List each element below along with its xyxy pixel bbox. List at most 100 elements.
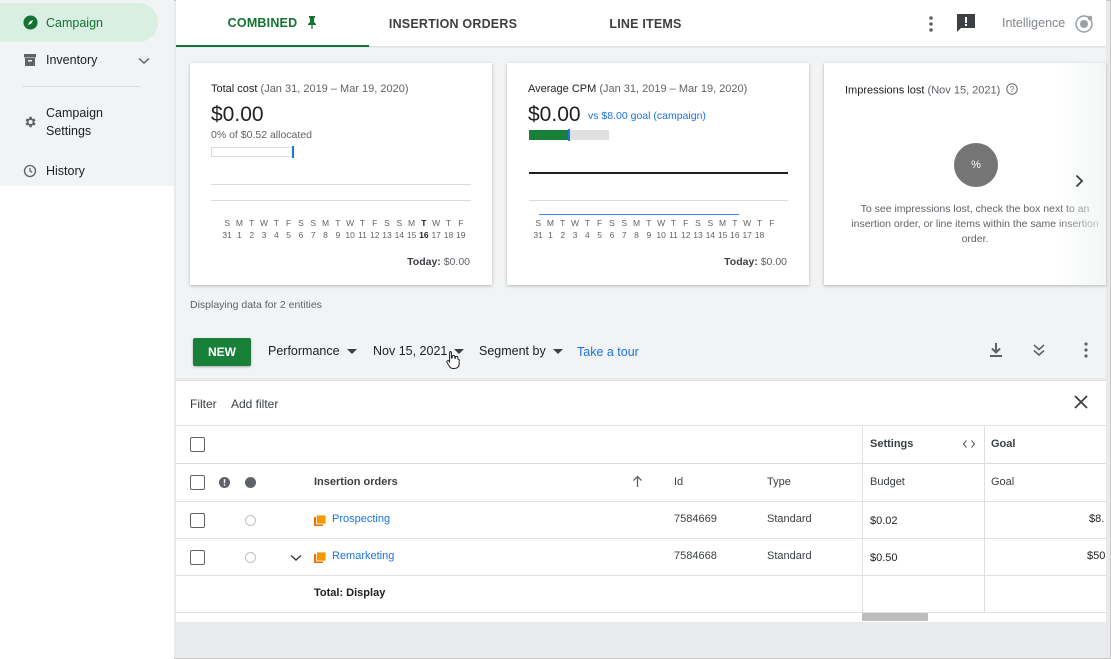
table-group-header-row: Settings Goal xyxy=(176,425,1106,463)
column-header-id[interactable]: Id xyxy=(674,476,683,488)
card-title: Impressions lost (Nov 15, 2021) ? xyxy=(845,83,1019,98)
download-icon[interactable] xyxy=(986,340,1006,360)
day-label: T xyxy=(756,218,763,228)
day-label: 12 xyxy=(680,230,691,240)
row-checkbox[interactable] xyxy=(190,550,205,565)
chart-series-line xyxy=(539,214,739,215)
intelligence-label[interactable]: Intelligence xyxy=(1002,16,1065,30)
tab-combined[interactable]: COMBINED xyxy=(176,0,369,47)
help-icon[interactable]: ? xyxy=(1006,83,1019,98)
chevron-down-icon[interactable] xyxy=(290,551,302,565)
tab-label: LINE ITEMS xyxy=(609,16,682,31)
tab-label: INSERTION ORDERS xyxy=(388,16,518,31)
day-label: M xyxy=(408,218,416,228)
column-header-insertion-orders[interactable]: Insertion orders xyxy=(314,476,398,488)
day-label: S xyxy=(384,218,390,228)
cpm-progress-fill xyxy=(529,130,569,140)
day-label: S xyxy=(707,218,714,228)
day-label: S xyxy=(535,218,541,228)
card-title-text: Average CPM xyxy=(528,83,597,95)
hand-cursor-icon xyxy=(446,350,460,370)
more-vert-icon[interactable] xyxy=(921,14,941,34)
day-label: 17 xyxy=(742,230,752,240)
card-title: Average CPM (Jan 31, 2019 – Mar 19, 2020… xyxy=(528,83,747,95)
tab-insertion-orders[interactable]: INSERTION ORDERS xyxy=(369,0,537,47)
day-label: 4 xyxy=(584,230,590,240)
column-header-goal[interactable]: Goal xyxy=(991,476,1014,488)
close-icon[interactable] xyxy=(1073,394,1091,412)
average-cpm-value: $0.00 xyxy=(528,103,581,126)
day-label: 16 xyxy=(419,230,429,240)
row-checkbox[interactable] xyxy=(190,513,205,528)
day-label: F xyxy=(458,218,464,228)
more-vert-icon[interactable] xyxy=(1076,340,1096,360)
dropdown-label: Segment by xyxy=(479,344,546,358)
new-button[interactable]: NEW xyxy=(193,338,251,366)
table-row: Prospecting 7584669 Standard $0.02 $8. xyxy=(176,501,1106,538)
io-budget: $0.02 xyxy=(870,515,898,527)
day-label: 14 xyxy=(394,230,405,240)
day-label: 8 xyxy=(323,230,328,240)
day-label: T xyxy=(335,218,341,228)
header-checkbox[interactable] xyxy=(190,475,205,490)
sidebar-item-campaign-settings[interactable]: Campaign Settings xyxy=(0,102,160,142)
day-label: M xyxy=(719,218,727,228)
sidebar-item-inventory[interactable]: Inventory xyxy=(0,46,160,74)
tab-line-items[interactable]: LINE ITEMS xyxy=(537,0,754,47)
day-label: 15 xyxy=(717,230,728,240)
card-date-range: (Nov 15, 2021) xyxy=(927,84,1001,97)
sidebar-item-campaign[interactable]: Campaign xyxy=(0,3,158,42)
feedback-icon[interactable] xyxy=(956,13,978,35)
select-all-checkbox[interactable] xyxy=(190,437,205,452)
expand-columns-icon[interactable] xyxy=(962,438,976,453)
sidebar-divider xyxy=(22,86,140,87)
column-header-type[interactable]: Type xyxy=(767,476,791,488)
today-amount: $0.00 xyxy=(443,256,470,268)
day-label: 31 xyxy=(533,230,543,240)
chevron-down-icon[interactable] xyxy=(138,54,150,68)
insertion-order-icon xyxy=(314,514,327,526)
segment-by-dropdown[interactable]: Segment by xyxy=(479,344,563,358)
day-label: S xyxy=(396,218,403,228)
tab-label: COMBINED xyxy=(227,15,298,30)
sidebar-item-label: History xyxy=(46,164,85,178)
horizontal-scrollbar[interactable] xyxy=(862,613,928,621)
day-label: W xyxy=(743,218,752,228)
performance-dropdown[interactable]: Performance xyxy=(268,344,357,358)
day-label: 1 xyxy=(548,230,553,240)
column-header-budget[interactable]: Budget xyxy=(870,476,905,488)
bottom-strip xyxy=(176,622,1106,650)
add-filter-input[interactable]: Add filter xyxy=(231,397,278,411)
column-divider xyxy=(862,425,863,613)
history-icon xyxy=(22,163,38,179)
cpm-goal-link[interactable]: vs $8.00 goal (campaign) xyxy=(588,110,706,122)
day-label: T xyxy=(560,218,566,228)
svg-text:?: ? xyxy=(1010,85,1015,94)
day-label: 18 xyxy=(754,230,765,240)
take-a-tour-link[interactable]: Take a tour xyxy=(577,345,639,359)
day-label: T xyxy=(670,218,677,228)
sidebar-item-history[interactable]: History xyxy=(0,158,160,184)
day-label: 6 xyxy=(298,230,304,240)
inventory-icon xyxy=(22,52,38,68)
pin-icon[interactable] xyxy=(307,16,317,29)
day-label: M xyxy=(321,218,330,228)
main-panel: COMBINED INSERTION ORDERS LINE ITEMS Int… xyxy=(176,0,1106,659)
expand-all-icon[interactable] xyxy=(1029,340,1049,360)
io-name-link[interactable]: Prospecting xyxy=(332,513,390,525)
arrow-up-icon[interactable] xyxy=(632,475,643,491)
io-name-link[interactable]: Remarketing xyxy=(332,550,394,562)
sidebar-lower xyxy=(0,186,174,659)
today-value: Today: $0.00 xyxy=(407,256,470,268)
chevron-right-icon[interactable] xyxy=(1069,171,1089,191)
caret-down-icon xyxy=(552,348,563,354)
total-cost-card: Total cost (Jan 31, 2019 – Mar 19, 2020)… xyxy=(190,63,492,285)
column-divider xyxy=(984,425,985,613)
day-label: 13 xyxy=(693,230,703,240)
day-label: M xyxy=(235,218,243,228)
insertion-order-icon xyxy=(314,551,327,563)
intelligence-icon[interactable] xyxy=(1074,14,1094,34)
status-icon xyxy=(245,515,256,526)
day-label: S xyxy=(310,218,317,228)
io-budget: $0.50 xyxy=(870,552,898,564)
